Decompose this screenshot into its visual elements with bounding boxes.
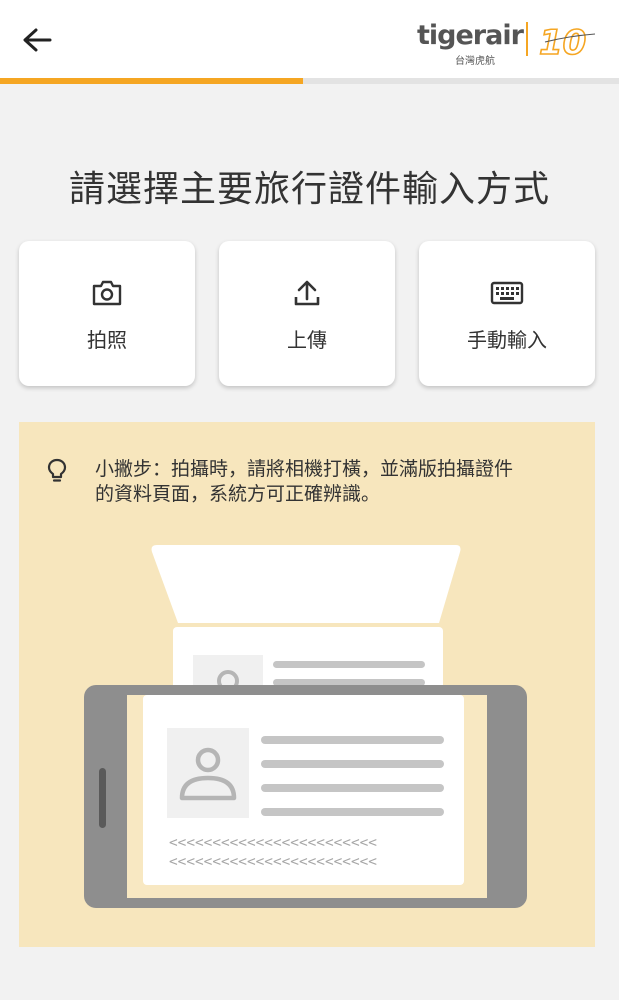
upload-button[interactable]: 上傳	[219, 241, 395, 386]
manual-input-button[interactable]: 手動輸入	[419, 241, 595, 386]
upload-icon	[294, 280, 320, 306]
progress-bar	[0, 78, 619, 84]
tip-line: 的資料頁面，系統方可正確辨識。	[95, 483, 381, 505]
tip-line: 小撇步：拍攝時，請將相機打橫，並滿版拍攝證件	[95, 458, 514, 480]
arrow-left-icon	[23, 28, 52, 52]
mrz-line: <<<<<<<<<<<<<<<<<<<<<<<<	[169, 835, 377, 851]
back-button[interactable]	[18, 22, 58, 58]
tip-text: 小撇步：拍攝時，請將相機打橫，並滿版拍攝證件 的資料頁面，系統方可正確辨識。	[95, 457, 575, 507]
keyboard-icon	[490, 281, 524, 305]
page-title: 請選擇主要旅行證件輸入方式	[68, 169, 550, 210]
anniversary-10-logo: 10	[538, 22, 596, 64]
svg-text:10: 10	[539, 23, 586, 63]
logo-subtitle: 台灣虎航	[455, 56, 495, 67]
take-photo-button[interactable]: 拍照	[19, 241, 195, 386]
phone-scanning-passport-illustration: <<<<<<<<<<<<<<<<<<<<<<<< <<<<<<<<<<<<<<<…	[84, 545, 527, 908]
header: tigerair 台灣虎航 10	[0, 0, 619, 78]
logo-divider	[526, 22, 528, 56]
lightbulb-icon	[47, 458, 67, 482]
upload-label: 上傳	[287, 328, 327, 352]
tigerair-logo: tigerair 台灣虎航 10	[417, 16, 597, 67]
logo-brand: tigerair	[417, 20, 524, 51]
input-method-options: 拍照 上傳 手動輸入	[19, 241, 596, 386]
take-photo-label: 拍照	[87, 328, 127, 352]
tip-panel: 小撇步：拍攝時，請將相機打橫，並滿版拍攝證件 的資料頁面，系統方可正確辨識。 <…	[19, 422, 595, 947]
progress-bar-fill	[0, 78, 304, 84]
mrz-line: <<<<<<<<<<<<<<<<<<<<<<<<	[169, 854, 377, 870]
camera-icon	[92, 280, 122, 306]
manual-input-label: 手動輸入	[467, 328, 547, 352]
